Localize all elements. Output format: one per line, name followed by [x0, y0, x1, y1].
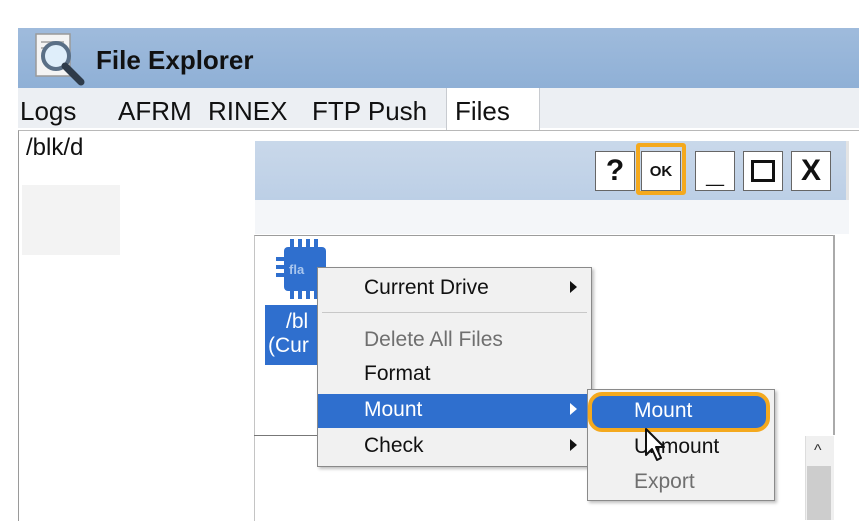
submenu-arrow-icon — [570, 403, 577, 415]
submenu-item-export[interactable]: Export — [634, 470, 695, 494]
minimize-button[interactable]: _ — [695, 151, 735, 191]
window-title: File Explorer — [96, 45, 254, 75]
close-icon: X — [800, 154, 821, 187]
menu-separator — [322, 312, 587, 313]
menu-item-check[interactable]: Check — [318, 430, 591, 464]
scroll-up-icon[interactable]: ^ — [814, 442, 822, 460]
tab-rinex[interactable]: RINEX — [208, 94, 287, 128]
menu-item-label: Delete All Files — [364, 328, 503, 351]
help-icon: ? — [605, 154, 625, 187]
mouse-cursor-icon — [645, 428, 665, 461]
menu-item-format[interactable]: Format — [318, 358, 591, 392]
submenu-item-mount-label: Mount — [634, 399, 693, 422]
tab-logs[interactable]: Logs — [20, 94, 76, 128]
maximize-button[interactable] — [743, 151, 783, 191]
left-pane — [22, 185, 120, 255]
dialog-toolbar — [255, 200, 849, 234]
files-panel-border — [833, 235, 835, 435]
context-menu: Current Drive Delete All Files Format Mo… — [317, 267, 592, 467]
scrollbar-thumb[interactable] — [807, 466, 831, 520]
tab-ftp-push[interactable]: FTP Push — [312, 94, 427, 128]
drive-label-line1: /bl — [286, 310, 309, 333]
submenu-arrow-icon — [570, 281, 577, 293]
magnifier-icon — [35, 33, 85, 86]
minimize-icon: _ — [706, 153, 724, 189]
tab-files[interactable]: Files — [455, 94, 510, 128]
divider — [254, 435, 317, 436]
ok-button-highlight — [636, 143, 686, 195]
maximize-icon — [751, 160, 775, 182]
submenu-arrow-icon — [570, 439, 577, 451]
menu-item-label: Mount — [364, 398, 423, 421]
menu-item-label: Current Drive — [364, 276, 489, 299]
dialog-edge — [846, 141, 849, 200]
menu-item-delete-all-files[interactable]: Delete All Files — [318, 324, 591, 358]
current-path: /blk/d — [26, 134, 84, 161]
tab-afrm[interactable]: AFRM — [118, 94, 192, 128]
menu-item-label: Format — [364, 362, 431, 385]
mount-submenu: Mount Unmount Export — [587, 389, 775, 501]
close-button[interactable]: X — [791, 151, 831, 191]
menu-item-label: Check — [364, 434, 424, 457]
flash-drive-icon-text: fla — [289, 262, 305, 277]
help-button[interactable]: ? — [595, 151, 635, 191]
menu-item-mount[interactable]: Mount — [318, 394, 591, 428]
drive-label-line2: (Cur — [268, 334, 309, 357]
menu-item-current-drive[interactable]: Current Drive — [318, 272, 591, 306]
